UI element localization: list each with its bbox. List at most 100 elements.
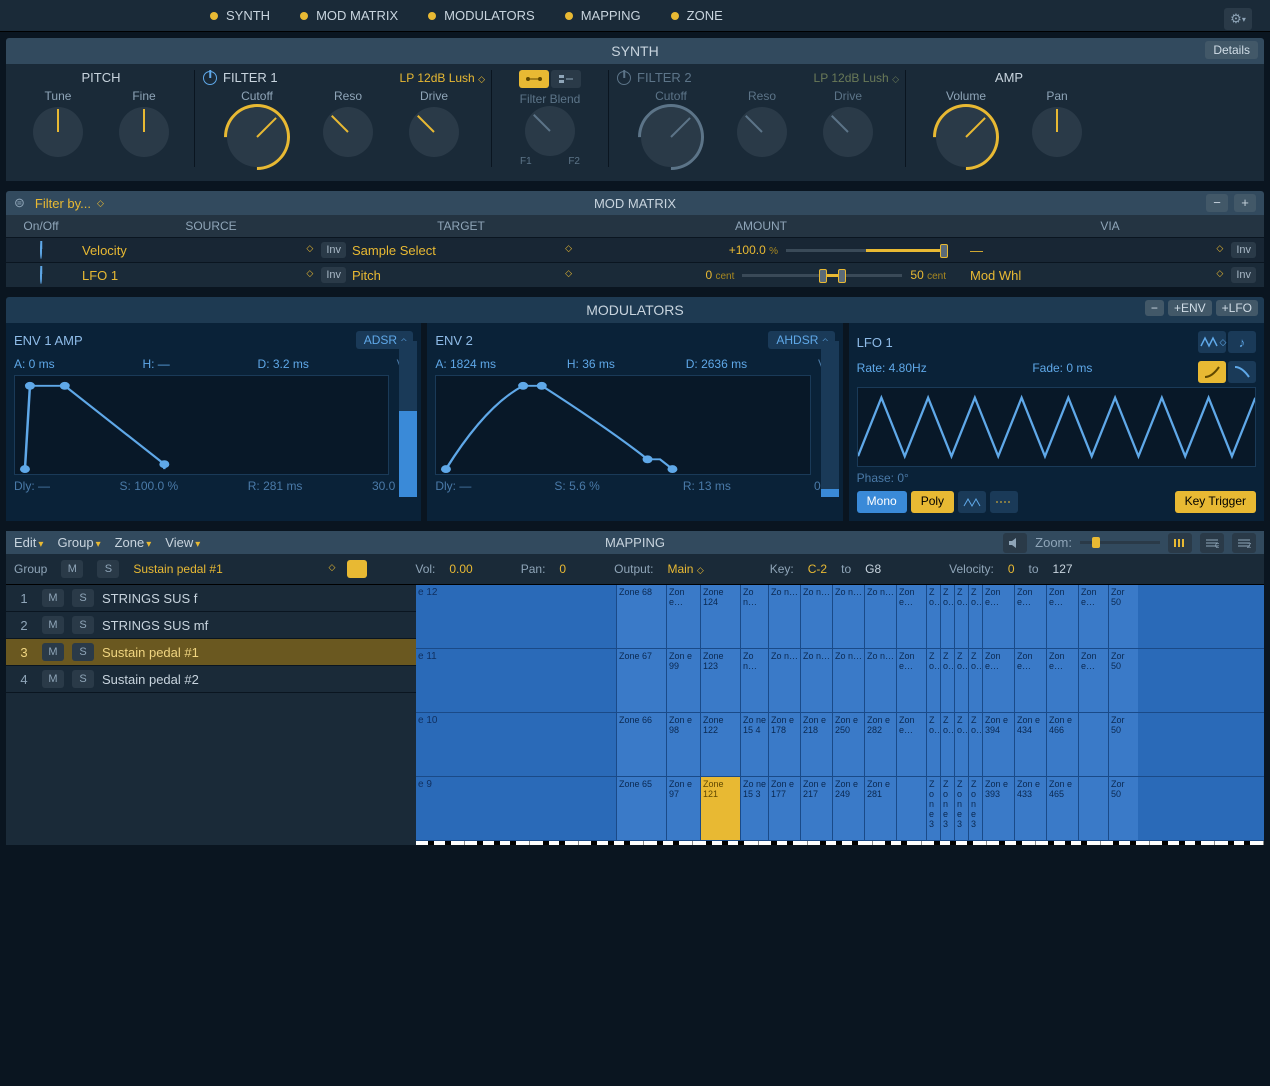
mute-button[interactable]: M [42, 670, 64, 688]
key-lo[interactable]: C-2 [808, 562, 827, 576]
zone-cell[interactable]: Z o… [940, 585, 954, 648]
env2-graph[interactable] [435, 375, 810, 475]
keyboard[interactable] [416, 841, 1264, 845]
tab-modulators[interactable]: MODULATORS [428, 8, 535, 23]
vel-hi[interactable]: 127 [1053, 562, 1073, 576]
mute-button[interactable]: M [42, 589, 64, 607]
vol-value[interactable]: 0.00 [449, 562, 472, 576]
zone-cell[interactable]: Zon e 433 [1014, 777, 1046, 840]
zone-cell[interactable]: Z o… [968, 713, 982, 776]
zone-cell[interactable]: Zon e 218 [800, 713, 832, 776]
solo-button[interactable]: S [72, 616, 94, 634]
tune-knob[interactable] [33, 107, 83, 157]
zone-cell[interactable]: Zon e… [982, 585, 1014, 648]
zone-cell[interactable]: Zone 65 [616, 777, 666, 840]
lfo-fadeout-icon[interactable] [1228, 361, 1256, 383]
zone-cell[interactable]: Zo n… [768, 585, 800, 648]
f2-drive-knob[interactable] [823, 107, 873, 157]
filter1-power-icon[interactable] [203, 71, 217, 85]
f2-cutoff-knob[interactable] [641, 107, 701, 167]
source-select[interactable]: LFO 1◇ [76, 268, 317, 283]
zone-cell[interactable]: Zon e 281 [864, 777, 896, 840]
zone-cell[interactable]: Z o n e 3 [954, 777, 968, 840]
inv-button[interactable]: Inv [1231, 267, 1256, 283]
volume-knob[interactable] [936, 107, 996, 167]
blend-knob[interactable] [525, 106, 575, 156]
zone-cell[interactable]: Zon e 249 [832, 777, 864, 840]
list-icon[interactable] [347, 560, 367, 578]
amount-slider[interactable] [742, 274, 902, 277]
zone-cell[interactable]: Z o n e 3 [940, 777, 954, 840]
zone-cell[interactable]: Zon e 393 [982, 777, 1014, 840]
zone-cell[interactable]: Zo n… [768, 649, 800, 712]
zone-cell[interactable]: Zon e… [982, 649, 1014, 712]
zone-grid[interactable]: e 12Zone 68Zon e…Zone 124Zo n…Zo n…Zo n…… [416, 585, 1264, 845]
tab-synth[interactable]: SYNTH [210, 8, 270, 23]
zone-cell[interactable]: Z o… [926, 585, 940, 648]
zone-cell[interactable]: Z o… [968, 649, 982, 712]
add-row-button[interactable]: + [1234, 194, 1256, 212]
zone-cell[interactable]: Zon e 434 [1014, 713, 1046, 776]
fine-knob[interactable] [119, 107, 169, 157]
lfo-graph[interactable] [857, 387, 1256, 467]
zone-cell[interactable]: Zon e… [1046, 585, 1078, 648]
env2-release[interactable]: R: 13 ms [683, 479, 731, 493]
zone-cell[interactable]: Zon e 282 [864, 713, 896, 776]
zone-cell[interactable] [1078, 713, 1108, 776]
zone-cell[interactable]: Zo n… [864, 649, 896, 712]
solo-button[interactable]: S [72, 589, 94, 607]
zone-cell[interactable]: Zor 50 [1108, 777, 1138, 840]
env2-delay[interactable]: Dly: — [435, 479, 471, 493]
remove-mod-button[interactable]: − [1145, 300, 1164, 316]
f1-drive-knob[interactable] [409, 107, 459, 157]
env2-sustain[interactable]: S: 5.6 % [554, 479, 599, 493]
filter-serial-icon[interactable] [519, 70, 549, 88]
pan-value[interactable]: 0 [559, 562, 566, 576]
zone-cell[interactable]: Zon e… [1078, 649, 1108, 712]
amount-slider[interactable] [786, 249, 946, 252]
zone-cell[interactable]: Z o… [940, 649, 954, 712]
target-select[interactable]: Pitch◇ [346, 268, 576, 283]
solo-button[interactable]: S [72, 670, 94, 688]
zone-cell[interactable]: Zon e 177 [768, 777, 800, 840]
zone-cell[interactable]: Zone 67 [616, 649, 666, 712]
env2-hold[interactable]: H: 36 ms [567, 357, 615, 371]
lfo-phase[interactable]: Phase: 0° [857, 471, 1256, 485]
env1-hold[interactable]: H: — [142, 357, 169, 371]
source-select[interactable]: Velocity◇ [76, 243, 317, 258]
solo-button[interactable]: S [72, 643, 94, 661]
zone-cell[interactable]: Zon e 98 [666, 713, 700, 776]
lfo-note-icon[interactable]: ♪ [1228, 331, 1256, 353]
lfo-fadein-icon[interactable] [1198, 361, 1226, 383]
zone-cell[interactable]: Zo n… [832, 649, 864, 712]
filter-parallel-icon[interactable] [551, 70, 581, 88]
env2-vel-slider[interactable] [821, 341, 839, 497]
lfo-keytrigger-button[interactable]: Key Trigger [1175, 491, 1256, 513]
env1-vel-slider[interactable] [399, 341, 417, 497]
zone-cell[interactable]: Zon e 97 [666, 777, 700, 840]
zone-cell[interactable] [896, 777, 926, 840]
speaker-icon[interactable] [1003, 533, 1027, 553]
remove-row-button[interactable]: − [1206, 194, 1228, 212]
amount-value[interactable]: 0 cent [705, 268, 734, 282]
zone-cell[interactable]: Zo n… [740, 585, 768, 648]
amount-value[interactable]: +100.0 % [729, 243, 778, 257]
row-power-icon[interactable] [40, 267, 42, 284]
f2-reso-knob[interactable] [737, 107, 787, 157]
zone-cell[interactable]: Zon e… [896, 713, 926, 776]
zone-cell[interactable]: Zon e 217 [800, 777, 832, 840]
vel-lo[interactable]: 0 [1008, 562, 1015, 576]
f1-reso-knob[interactable] [323, 107, 373, 157]
env1-attack[interactable]: A: 0 ms [14, 357, 55, 371]
zone-cell[interactable]: Zon e 250 [832, 713, 864, 776]
mute-button[interactable]: M [42, 616, 64, 634]
env2-decay[interactable]: D: 2636 ms [686, 357, 747, 371]
zone-cell[interactable]: Zor 50 [1108, 649, 1138, 712]
zone-cell[interactable]: Zon e… [1014, 585, 1046, 648]
zone-cell[interactable]: Zon e… [1078, 585, 1108, 648]
key-hi[interactable]: G8 [865, 562, 881, 576]
zone-cell[interactable]: Zo ne 15 4 [740, 713, 768, 776]
group-row[interactable]: 1MSSTRINGS SUS f [6, 585, 416, 612]
filter1-type-select[interactable]: LP 12dB Lush ◇ [400, 71, 483, 85]
lfo-env2-icon[interactable] [990, 491, 1018, 513]
